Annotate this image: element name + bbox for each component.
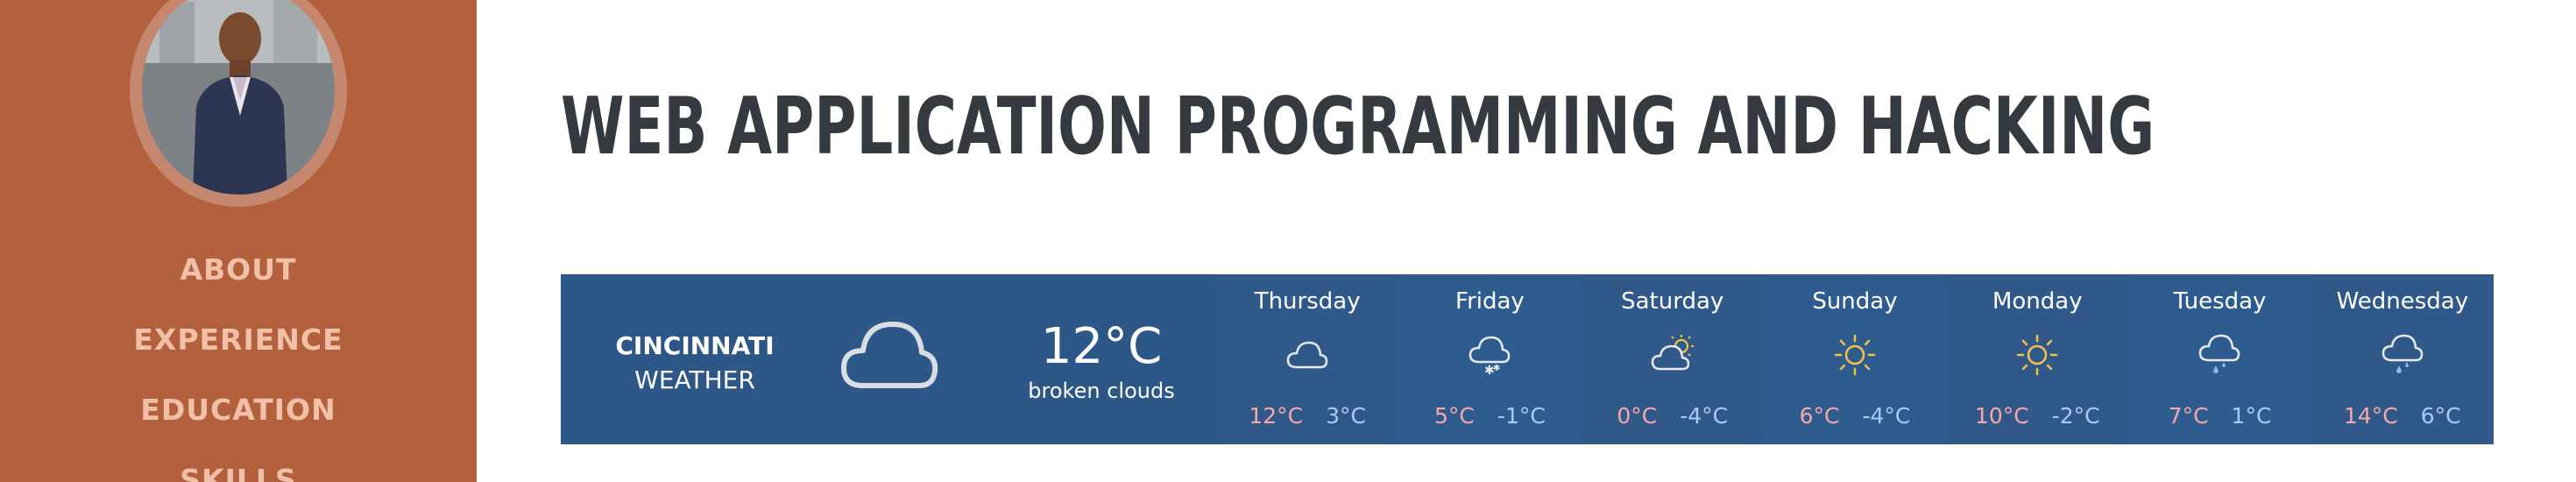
cloud-icon (1286, 341, 1328, 369)
nav-skills[interactable]: SKILLS (0, 463, 477, 482)
profile-photo (142, 0, 335, 195)
min-temp: -4°C (1680, 403, 1729, 429)
max-temp: 7°C (2168, 403, 2209, 429)
min-temp: -1°C (1497, 403, 1546, 429)
forecast-day: Friday ✱ ✱ 5°C -1°C (1398, 274, 1582, 444)
forecast-day: Sunday 6°C -4°C (1763, 274, 1947, 444)
day-name: Tuesday (2173, 288, 2267, 315)
day-temperatures: 14°C 6°C (2311, 403, 2494, 429)
sun-icon (1834, 334, 1876, 376)
min-temp: -4°C (1862, 403, 1911, 429)
forecast-day: Thursday 12°C 3°C (1216, 274, 1399, 444)
day-temperatures: 5°C -1°C (1398, 403, 1581, 429)
forecast-day: Wednesday 14°C 6°C (2311, 274, 2494, 444)
cloud-rain-icon (2199, 334, 2240, 373)
max-temp: 6°C (1799, 403, 1840, 429)
min-temp: 3°C (1326, 403, 1366, 429)
page-title: WEB APPLICATION PROGRAMMING AND HACKING (561, 81, 2155, 173)
avatar-frame (130, 0, 347, 207)
forecast-day: Tuesday 7°C 1°C (2128, 274, 2311, 444)
cloud-rain-icon (2381, 334, 2423, 373)
sidebar: ABOUT EXPERIENCE EDUCATION SKILLS (0, 0, 477, 482)
day-name: Wednesday (2336, 288, 2469, 315)
day-temperatures: 7°C 1°C (2128, 403, 2311, 429)
day-name: Monday (1992, 288, 2083, 315)
max-temp: 5°C (1434, 403, 1475, 429)
cloud-icon (841, 322, 938, 388)
min-temp: 1°C (2231, 403, 2272, 429)
sun-icon (2016, 334, 2058, 376)
forecast-day: Saturday 0°C -4°C (1581, 274, 1764, 444)
cloud-sun-icon (1651, 335, 1694, 371)
min-temp: -2°C (2051, 403, 2100, 429)
max-temp: 12°C (1249, 403, 1304, 429)
current-temperature: 12°C (1040, 318, 1163, 375)
nav-experience[interactable]: EXPERIENCE (0, 323, 477, 357)
day-temperatures: 12°C 3°C (1216, 403, 1398, 429)
weather-label: WEATHER (634, 365, 755, 394)
nav-education[interactable]: EDUCATION (0, 393, 477, 427)
day-name: Friday (1455, 288, 1525, 315)
avatar (142, 0, 335, 195)
min-temp: 6°C (2420, 403, 2461, 429)
weather-city: CINCINNATI (615, 331, 775, 360)
day-name: Saturday (1621, 288, 1724, 315)
day-temperatures: 0°C -4°C (1582, 403, 1764, 429)
svg-text:✱: ✱ (1493, 364, 1500, 373)
max-temp: 0°C (1617, 403, 1658, 429)
forecast-day: Monday 10°C -2°C (1946, 274, 2129, 444)
nav-about[interactable]: ABOUT (0, 252, 477, 287)
max-temp: 10°C (1974, 403, 2029, 429)
max-temp: 14°C (2344, 403, 2398, 429)
forecast-strip: Thursday 12°C 3°C Friday ✱ ✱ 5°C -1°C Satu… (1216, 274, 2494, 444)
weather-widget: CINCINNATI WEATHER 12°C broken clouds Th… (561, 274, 2494, 444)
day-temperatures: 6°C -4°C (1764, 403, 1946, 429)
day-name: Sunday (1812, 288, 1898, 315)
day-name: Thursday (1254, 288, 1361, 315)
weather-description: broken clouds (1028, 379, 1175, 403)
cloud-snow-icon: ✱ ✱ (1469, 336, 1511, 378)
day-temperatures: 10°C -2°C (1946, 403, 2128, 429)
